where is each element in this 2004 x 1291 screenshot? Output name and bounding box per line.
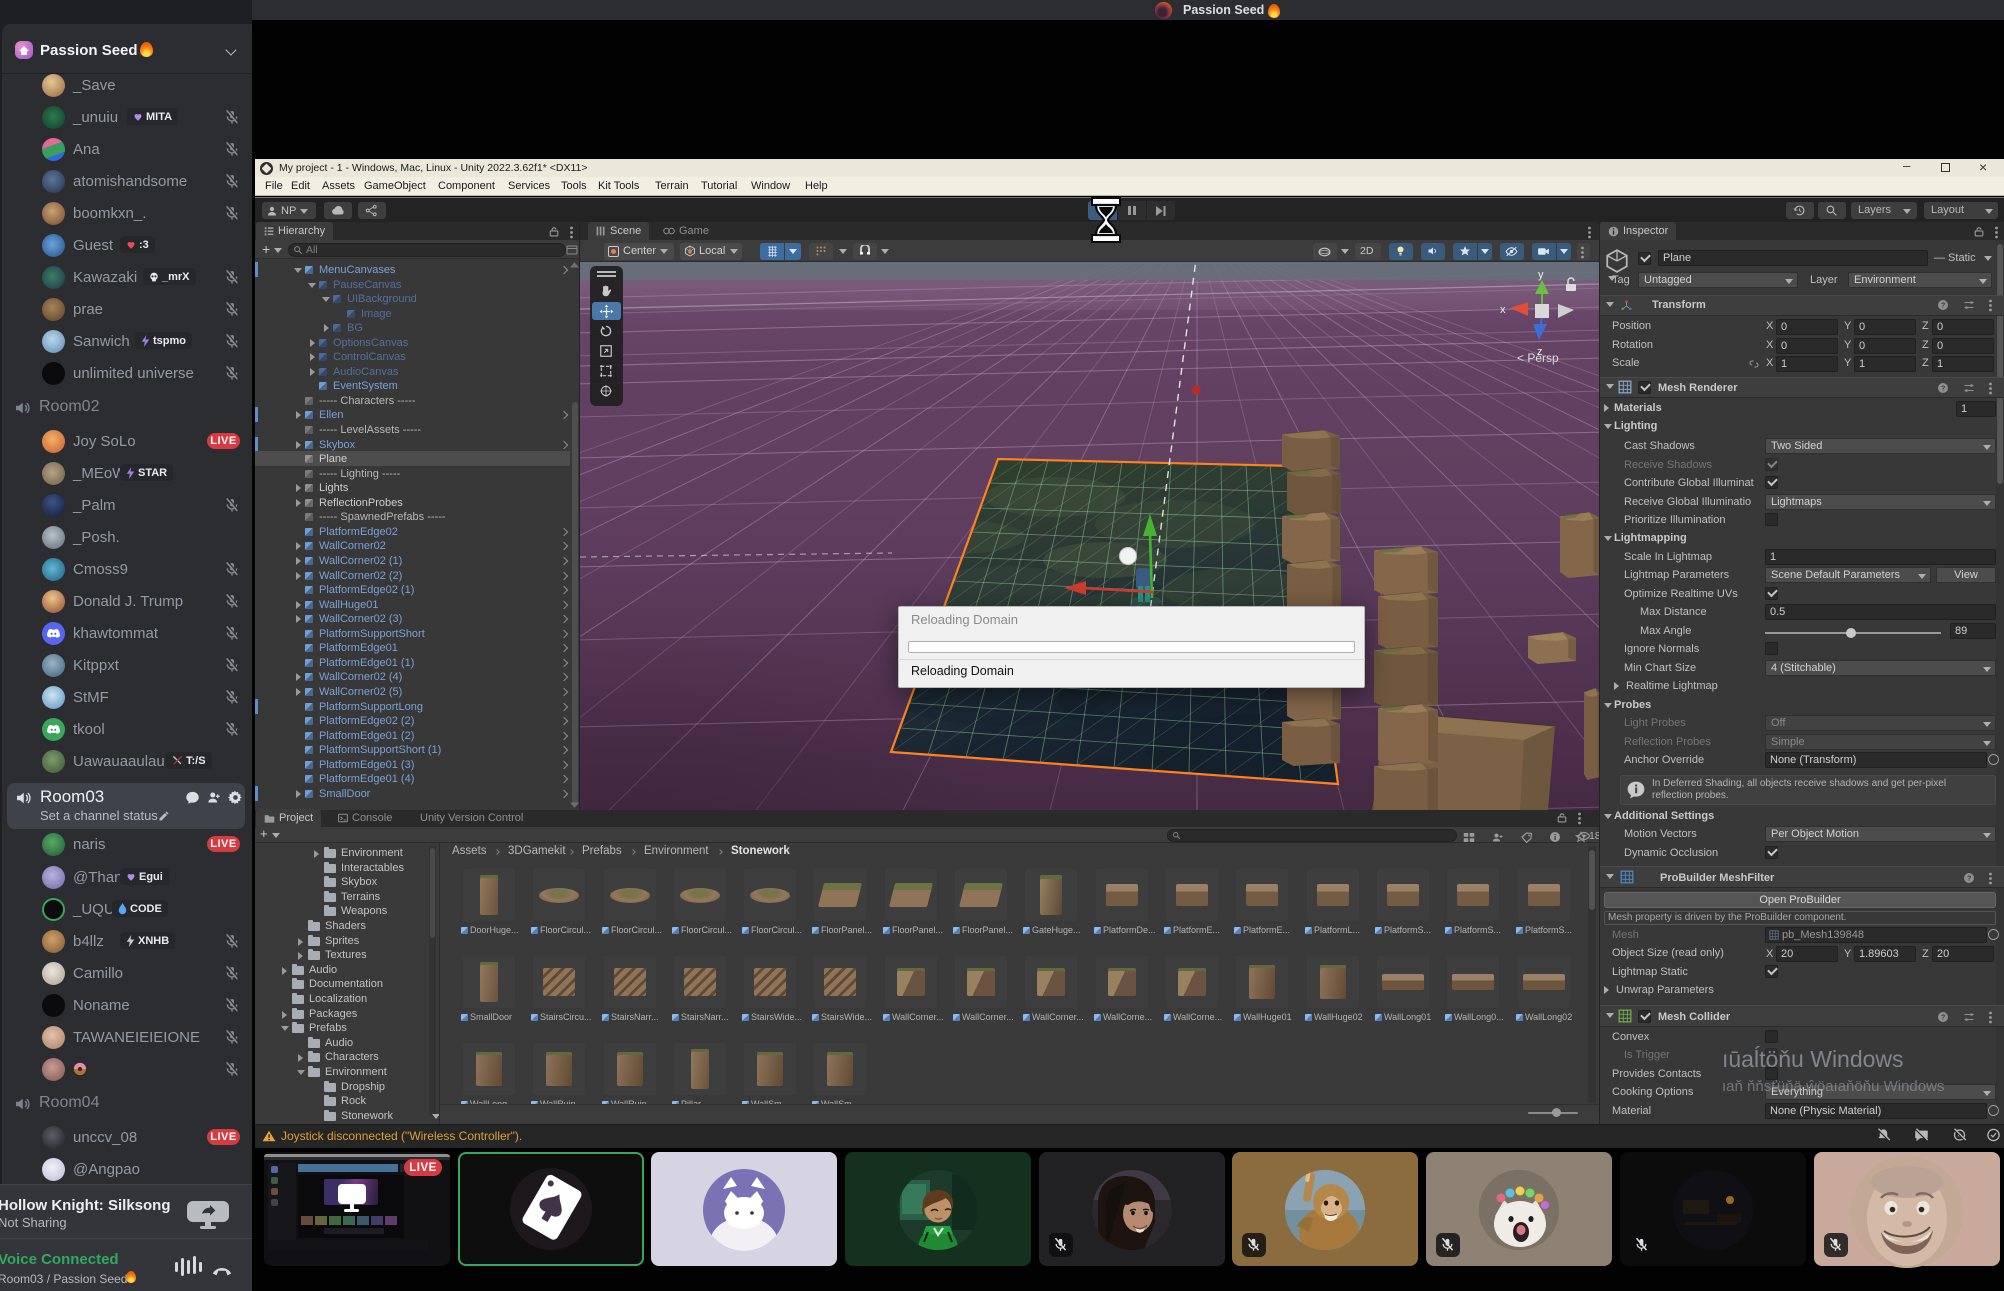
svg-text:y: y [1538, 269, 1544, 281]
svg-text:?: ? [1941, 1015, 1945, 1022]
svg-text:?: ? [1967, 876, 1971, 883]
svg-text:?: ? [1941, 303, 1945, 310]
svg-text:?: ? [1941, 386, 1945, 393]
svg-text:x: x [1500, 304, 1506, 316]
svg-text:< Persp: < Persp [1517, 351, 1559, 365]
